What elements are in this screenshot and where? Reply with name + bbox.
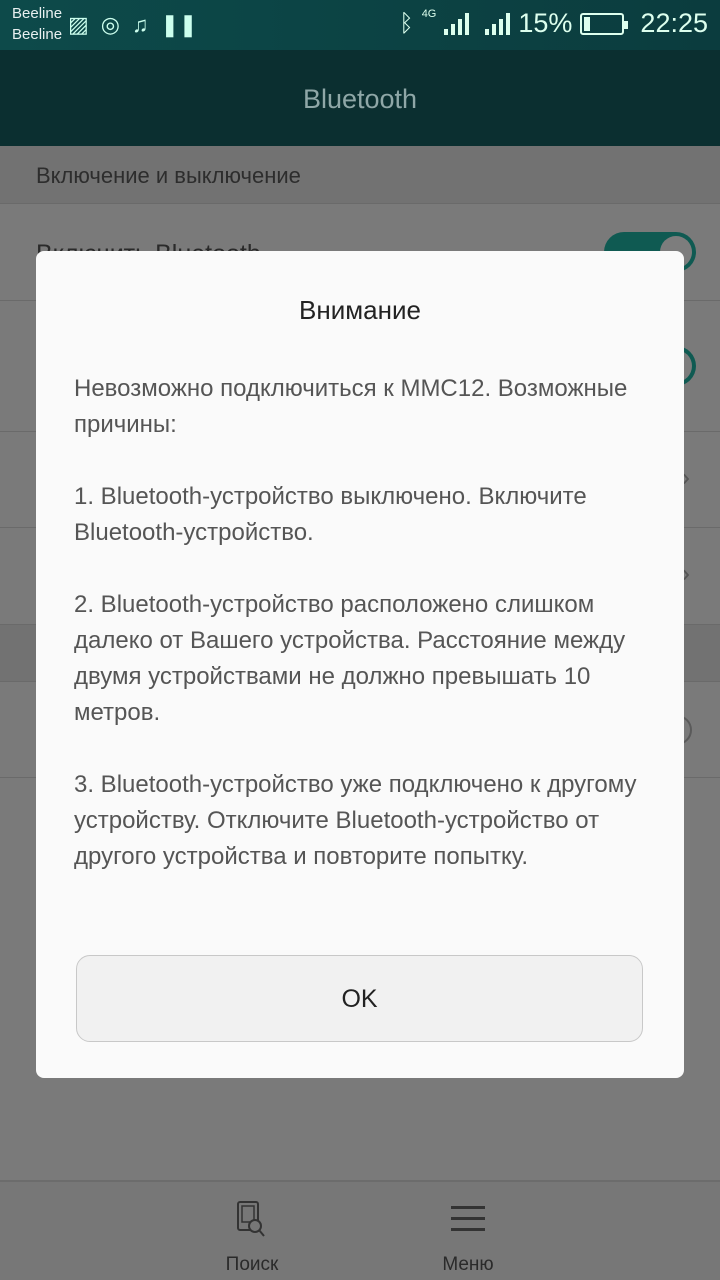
dialog-paragraph: Невозможно подключиться к MMC12. Возможн…	[74, 375, 628, 438]
battery-icon	[580, 12, 629, 35]
section-header: Включение и выключение	[0, 146, 720, 204]
page-title: Bluetooth	[0, 50, 720, 146]
bluetooth-icon: ᛒ	[399, 9, 414, 37]
clock: 22:25	[640, 8, 708, 38]
carrier-2: Beeline	[12, 26, 63, 43]
menu-label: Меню	[442, 1254, 494, 1275]
gallery-icon: ▨	[68, 12, 89, 37]
status-bar: Beeline Beeline ▨ ◎ ♫ ❚❚ ᛒ 4G 15% 22:25	[0, 0, 720, 50]
search-label: Поиск	[225, 1254, 279, 1275]
dialog-message: Невозможно подключиться к MMC12. Возможн…	[74, 371, 654, 911]
pause-icon: ❚❚	[160, 12, 198, 37]
signal-icon	[444, 12, 470, 35]
signal-icon-2	[485, 12, 511, 35]
network-type: 4G	[421, 8, 437, 20]
instagram-icon: ◎	[100, 12, 120, 37]
carrier-labels: Beeline Beeline	[12, 3, 62, 45]
search-button[interactable]: Поиск	[202, 1200, 302, 1276]
ok-button[interactable]: OK	[76, 955, 643, 1042]
device-search-icon	[237, 1201, 265, 1237]
dialog-paragraph: 1. Bluetooth-устройство выключено. Включ…	[74, 483, 587, 546]
menu-button[interactable]: Меню	[418, 1200, 518, 1276]
bottom-bar: Поиск Меню	[0, 1180, 720, 1280]
dialog-title: Внимание	[299, 295, 421, 325]
dialog-paragraph: 2. Bluetooth-устройство расположено слиш…	[74, 591, 626, 726]
carrier-1: Beeline	[12, 5, 63, 22]
menu-icon	[451, 1206, 485, 1231]
dialog-paragraph: 3. Bluetooth-устройство уже подключено к…	[74, 771, 637, 870]
music-icon: ♫	[132, 12, 149, 37]
warning-dialog: Внимание Невозможно подключиться к MMC12…	[36, 251, 684, 1078]
battery-percent: 15%	[518, 8, 573, 38]
